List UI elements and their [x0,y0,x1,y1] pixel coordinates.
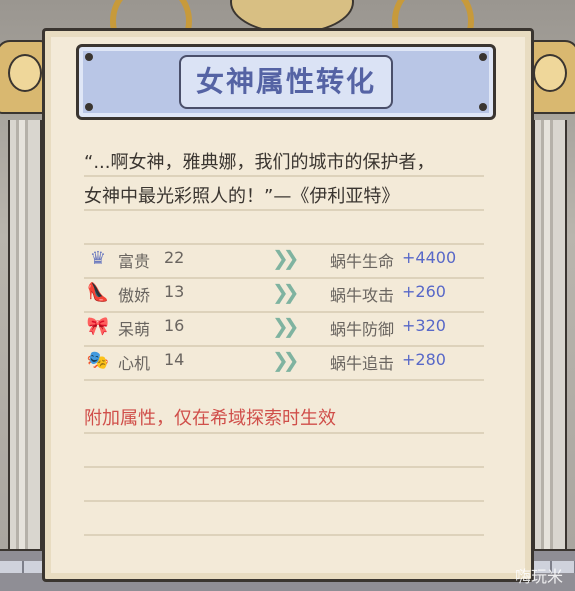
title-banner: 女神属性转化 [76,44,496,120]
pillar-right [533,120,567,580]
stat-row: 🎭 心机 14 ❯❯ 蜗牛追击 +280 [84,346,484,376]
stat-bonus: +260 [402,282,446,301]
stat-bonus: +320 [402,316,446,335]
banner-rivet [85,53,93,61]
pillar-left [8,120,42,580]
double-chevron-icon: ❯❯ [272,348,299,372]
page-title: 女神属性转化 [195,65,376,98]
stat-attribute: 蜗牛生命 [330,252,395,271]
stat-value: 14 [164,350,185,369]
quote-line-2: 女神中最光彩照人的！”—《伊利亚特》 [84,186,400,207]
watermark: 嗨玩米 [514,567,563,586]
game-frame: 女神属性转化 “...啊女神，雅典娜，我们的城市的保护者， 女神中最光彩照人的！… [0,0,575,591]
ruled-line [84,500,484,502]
stat-bonus: +280 [402,350,446,369]
double-chevron-icon: ❯❯ [272,246,299,270]
ruled-line [84,432,484,434]
stat-attribute: 蜗牛攻击 [330,286,395,305]
bow-icon: 🎀 [86,316,110,337]
stat-attribute: 蜗牛追击 [330,354,395,373]
stat-bonus: +4400 [402,248,457,267]
banner-rivet [479,53,487,61]
stat-value: 13 [164,282,185,301]
stat-row: ♛ 富贵 22 ❯❯ 蜗牛生命 +4400 [84,244,484,274]
stat-name: 傲娇 [118,286,151,305]
stat-row: 👠 傲娇 13 ❯❯ 蜗牛攻击 +260 [84,278,484,308]
stat-row: 🎀 呆萌 16 ❯❯ 蜗牛防御 +320 [84,312,484,342]
stat-attribute: 蜗牛防御 [330,320,395,339]
high-heel-icon: 👠 [86,282,110,303]
stat-name: 心机 [118,354,151,373]
ruled-line [84,466,484,468]
stat-value: 16 [164,316,185,335]
quote-line-1: “...啊女神，雅典娜，我们的城市的保护者， [84,152,435,173]
title-plate: 女神属性转化 [179,55,393,109]
ruled-line [84,379,484,381]
mask-icon: 🎭 [86,350,110,371]
double-chevron-icon: ❯❯ [272,280,299,304]
stat-name: 富贵 [118,252,151,271]
banner-rivet [85,103,93,111]
banner-rivet [479,103,487,111]
bonus-note: 附加属性，仅在希域探索时生效 [84,408,336,429]
crown-icon: ♛ [89,248,107,269]
stat-name: 呆萌 [118,320,151,339]
double-chevron-icon: ❯❯ [272,314,299,338]
stat-value: 22 [164,248,185,267]
ruled-line [84,534,484,536]
